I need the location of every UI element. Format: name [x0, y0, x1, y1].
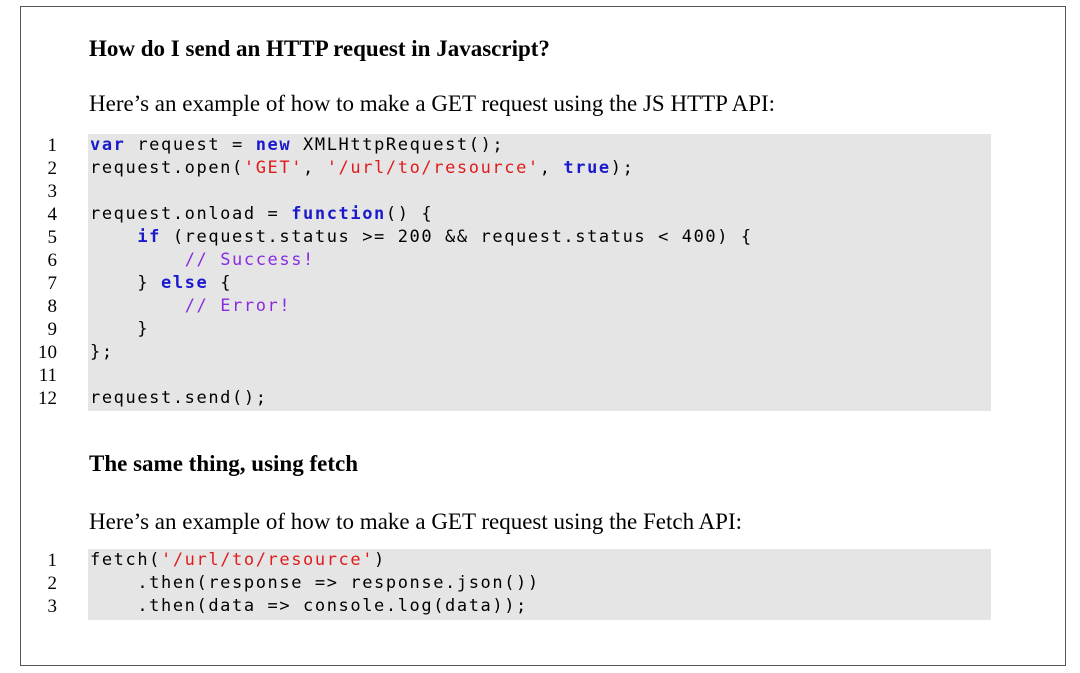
code-token: request = [125, 135, 256, 155]
code-line: 8 // Error! [48, 295, 991, 318]
code-token: request.send(); [90, 388, 268, 408]
code-text: fetch('/url/to/resource') [90, 549, 386, 572]
code-token: (request.status >= 200 && request.status… [161, 227, 753, 247]
code-token: , [539, 158, 564, 178]
code-text: request.send(); [90, 387, 268, 410]
line-number: 12 [38, 388, 57, 409]
code-token: else [161, 273, 209, 293]
code-line: 3 [48, 180, 991, 203]
code-line: 7 } else { [48, 272, 991, 295]
code-token: .then(response => response.json()) [90, 573, 540, 593]
code-token: request.onload = [90, 204, 292, 224]
code-token: } [90, 319, 150, 339]
code-token: function [291, 204, 386, 224]
code-text: .then(data => console.log(data)); [90, 595, 528, 618]
code-line: 6 // Success! [48, 249, 991, 272]
code-token: if [137, 227, 162, 247]
line-number: 1 [47, 135, 58, 156]
line-number: 11 [38, 365, 57, 386]
code-line: 3 .then(data => console.log(data)); [48, 595, 991, 618]
code-token: // Success! [184, 250, 315, 270]
code-token: var [90, 135, 126, 155]
section-heading-fetch: The same thing, using fetch [89, 451, 358, 476]
code-text: request.onload = function() { [90, 203, 433, 226]
line-number: 2 [47, 573, 58, 594]
code-token: fetch( [90, 550, 162, 570]
code-token: , [303, 158, 327, 178]
code-line: 1 var request = new XMLHttpRequest(); [48, 134, 991, 157]
line-number: 3 [47, 596, 58, 617]
line-number: 6 [47, 250, 58, 271]
code-text: var request = new XMLHttpRequest(); [90, 134, 504, 157]
code-line: 2 .then(response => response.json()) [48, 572, 991, 595]
code-token: true [563, 158, 611, 178]
line-number: 7 [47, 273, 58, 294]
code-block-fetch: 1 fetch('/url/to/resource') 2 .then(respon… [48, 549, 991, 620]
code-token: .then(data => console.log(data)); [90, 596, 528, 616]
code-token: () { [385, 204, 434, 224]
code-line: 10}; [38, 341, 991, 364]
code-text: // Error! [90, 295, 291, 318]
intro-paragraph-http: Here’s an example of how to make a GET r… [89, 91, 776, 116]
code-line: 1 fetch('/url/to/resource') [48, 549, 991, 572]
code-token: } [90, 273, 162, 293]
code-token: }; [90, 342, 114, 362]
code-line: 2 request.open('GET', '/url/to/resource',… [48, 157, 991, 180]
line-number: 5 [47, 227, 58, 248]
code-line: 5 if (request.status >= 200 && request.s… [48, 226, 991, 249]
code-text: if (request.status >= 200 && request.sta… [90, 226, 753, 249]
code-text: // Success! [90, 249, 315, 272]
code-token: '/url/to/resource' [326, 158, 540, 178]
line-number: 3 [47, 181, 58, 202]
code-line: 11 [39, 364, 991, 387]
line-number: 2 [47, 158, 58, 179]
code-line: 4 request.onload = function() { [48, 203, 991, 226]
line-number: 9 [47, 319, 58, 340]
code-line: 9 } [48, 318, 991, 341]
code-text: } [90, 318, 149, 341]
code-text: } else { [90, 272, 232, 295]
code-token: '/url/to/resource' [161, 550, 375, 570]
line-number: 1 [47, 550, 58, 571]
code-token: XMLHttpRequest(); [291, 135, 505, 155]
code-token: 'GET' [243, 158, 304, 178]
code-token: request.open( [90, 158, 244, 178]
line-number: 4 [47, 204, 58, 225]
code-line: 12 request.send(); [38, 387, 991, 410]
code-token: ) [374, 550, 386, 570]
section-heading-http: How do I send an HTTP request in Javascr… [89, 36, 550, 61]
code-token: { [208, 273, 233, 293]
line-number: 8 [47, 296, 58, 317]
intro-paragraph-fetch: Here’s an example of how to make a GET r… [89, 509, 742, 534]
code-text: }; [90, 341, 114, 364]
code-block-xhr: 1 var request = new XMLHttpRequest(); 2 req… [38, 134, 991, 411]
line-number: 10 [38, 342, 57, 363]
code-text: request.open('GET', '/url/to/resource', … [90, 157, 634, 180]
code-token: // Error! [184, 296, 292, 316]
code-token: new [255, 135, 292, 155]
code-token: ); [610, 158, 635, 178]
code-text: .then(response => response.json()) [90, 572, 540, 595]
